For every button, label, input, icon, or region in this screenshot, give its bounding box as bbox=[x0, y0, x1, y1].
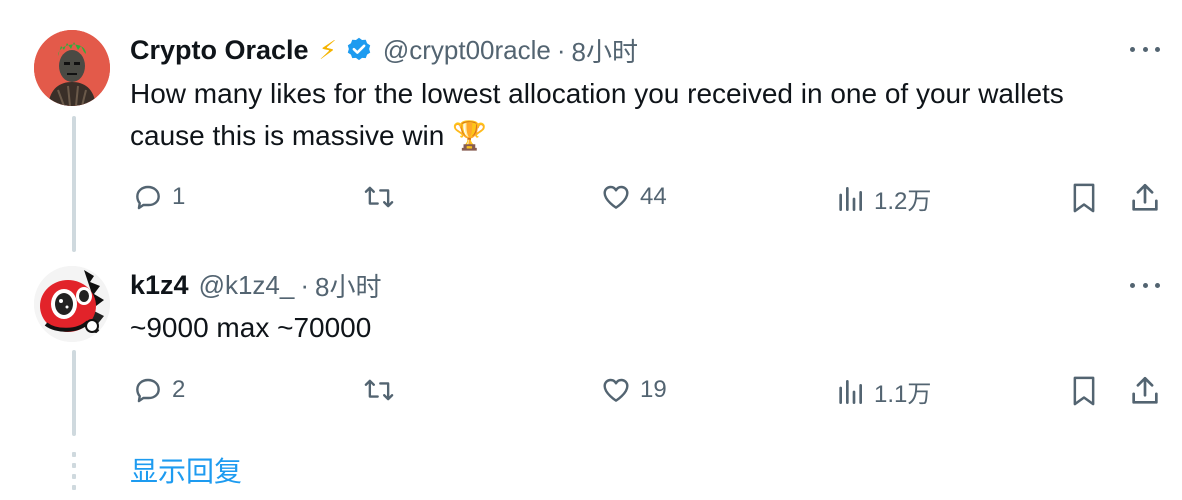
views-chart-icon bbox=[839, 186, 862, 211]
reply-reply-count: 2 bbox=[172, 376, 186, 403]
reply-icon bbox=[136, 378, 160, 403]
reply-author-name[interactable]: k1z4 bbox=[130, 270, 189, 301]
reply-like-count: 19 bbox=[640, 376, 667, 403]
avatar-k1z4[interactable] bbox=[34, 266, 110, 342]
repost-icon bbox=[364, 186, 394, 208]
heart-icon bbox=[603, 378, 629, 402]
thread-line bbox=[72, 116, 76, 252]
more-options-icon[interactable] bbox=[1130, 44, 1160, 54]
reply-icon bbox=[136, 185, 160, 210]
reply-views-button[interactable]: 1.1万 bbox=[834, 374, 931, 409]
reply-reply-button[interactable]: 2 bbox=[132, 374, 185, 406]
views-button[interactable]: 1.2万 bbox=[834, 181, 931, 216]
reply-time[interactable]: 8小时 bbox=[315, 267, 381, 304]
reply-text: ~9000 max ~70000 bbox=[130, 312, 372, 343]
share-icon bbox=[1132, 376, 1158, 404]
lightning-emoji: ⚡ bbox=[318, 34, 337, 65]
avatar-crypto-oracle[interactable] bbox=[34, 30, 110, 106]
like-count: 44 bbox=[640, 183, 667, 210]
repost-icon bbox=[364, 379, 394, 401]
reply-like-button[interactable]: 19 bbox=[600, 374, 667, 406]
thread-dotted-line bbox=[72, 452, 76, 496]
thread-line-reply bbox=[72, 350, 76, 436]
share-button[interactable] bbox=[1128, 181, 1162, 215]
tweet-text-line2: cause this is massive win 🏆 bbox=[130, 115, 1064, 157]
repost-button[interactable] bbox=[362, 181, 404, 213]
bookmark-icon bbox=[1073, 376, 1095, 406]
trophy-emoji: 🏆 bbox=[452, 120, 487, 151]
reply-bookmark-button[interactable] bbox=[1068, 374, 1100, 408]
tweet-text: How many likes for the lowest allocation… bbox=[130, 73, 1064, 157]
reply-repost-button[interactable] bbox=[362, 374, 404, 406]
reply-share-button[interactable] bbox=[1128, 374, 1162, 408]
views-chart-icon bbox=[839, 379, 862, 404]
like-button[interactable]: 44 bbox=[600, 181, 667, 213]
author-name[interactable]: Crypto Oracle bbox=[130, 35, 309, 66]
reply-button[interactable]: 1 bbox=[132, 181, 185, 213]
reply-header: k1z4 @k1z4_ · 8小时 bbox=[130, 266, 381, 304]
bookmark-button[interactable] bbox=[1068, 181, 1100, 215]
tweet-text-line2-content: cause this is massive win bbox=[130, 120, 445, 151]
tweet-text-line1: How many likes for the lowest allocation… bbox=[130, 78, 1064, 109]
bookmark-icon bbox=[1073, 183, 1095, 213]
tweet-header: Crypto Oracle ⚡ @crypt00racle · 8小时 bbox=[130, 31, 638, 69]
reply-author-handle[interactable]: @k1z4_ bbox=[199, 270, 295, 301]
reply-views-count: 1.1万 bbox=[874, 381, 932, 408]
verified-badge-icon bbox=[345, 36, 373, 64]
share-icon bbox=[1132, 183, 1158, 211]
show-replies-link[interactable]: 显示回复 bbox=[130, 450, 242, 490]
views-count: 1.2万 bbox=[874, 188, 932, 215]
author-handle[interactable]: @crypt00racle bbox=[383, 35, 551, 66]
heart-icon bbox=[603, 185, 629, 209]
tweet-time[interactable]: 8小时 bbox=[572, 32, 638, 69]
meta-separator: · bbox=[556, 34, 566, 65]
reply-count: 1 bbox=[172, 183, 186, 210]
reply-more-options-icon[interactable] bbox=[1130, 280, 1160, 290]
reply-meta-separator: · bbox=[300, 269, 310, 300]
